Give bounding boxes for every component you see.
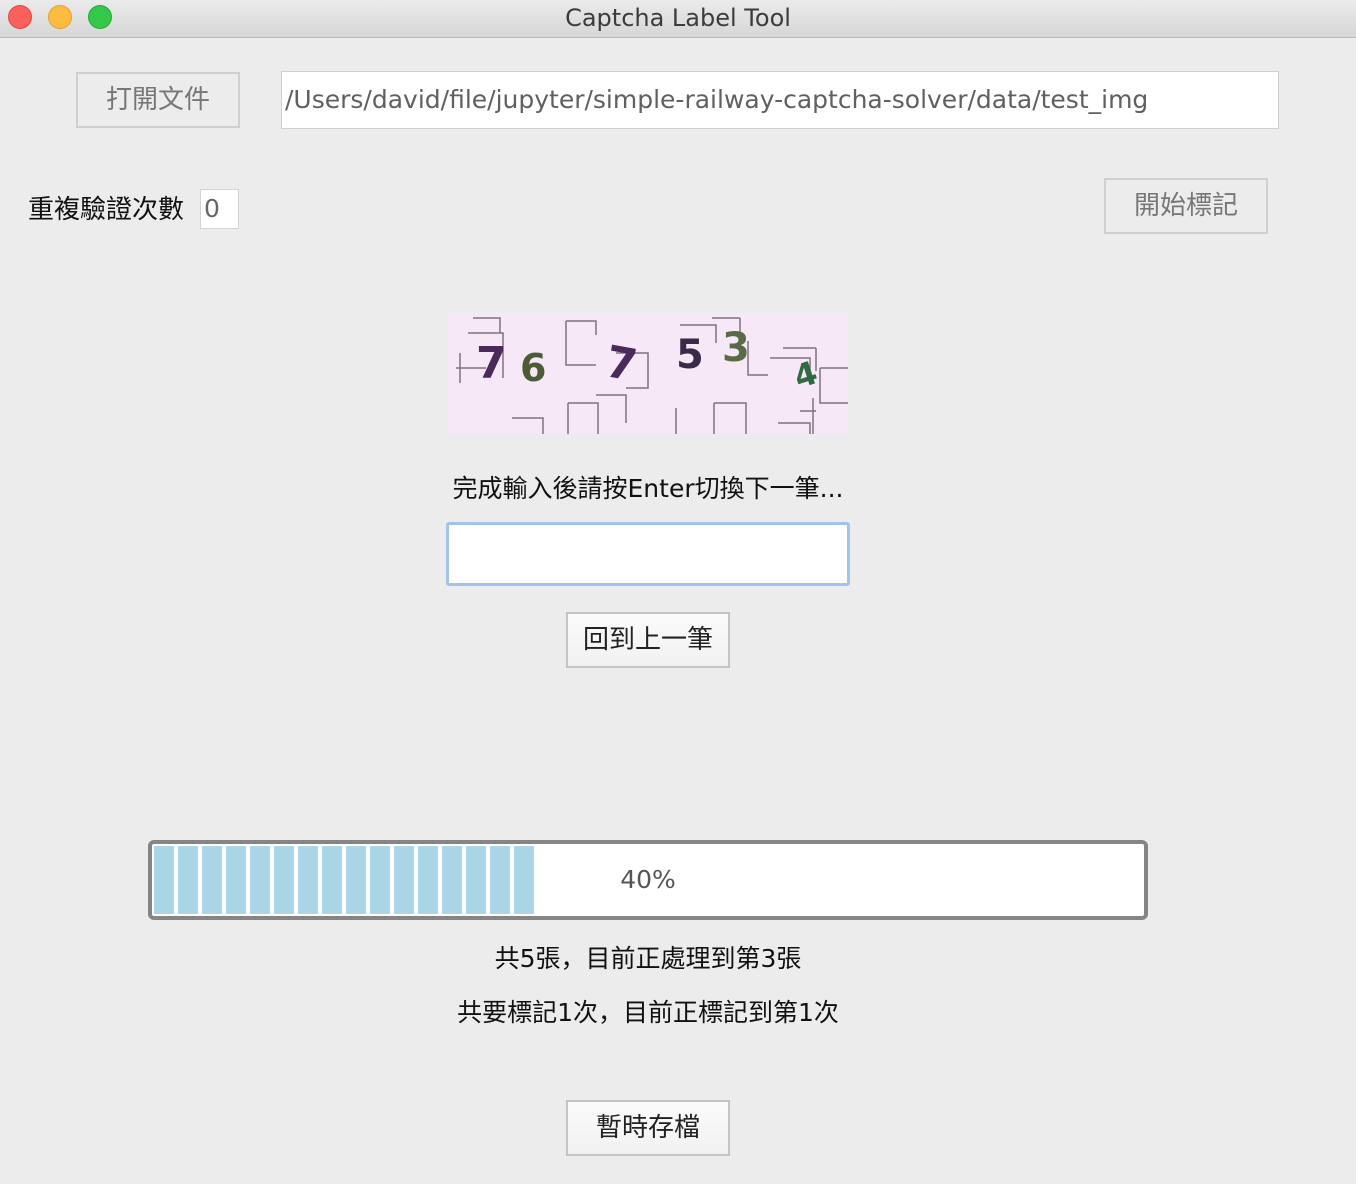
window-title: Captcha Label Tool [565,4,791,32]
input-hint: 完成輸入後請按Enter切換下一筆... [452,474,844,503]
image-progress-status: 共5張，目前正處理到第3張 [494,944,802,973]
progress-percent: 40% [620,865,676,894]
captcha-drawing: 7 6 7 5 3 4 [456,317,848,434]
open-file-button[interactable]: 打開文件 [76,72,240,128]
round-progress-status: 共要標記1次，目前正標記到第1次 [457,998,839,1027]
captcha-char: 6 [520,346,546,390]
progress-bar: 40% [148,840,1148,920]
captcha-glyphs: 7 6 7 5 3 4 [476,325,822,396]
repeat-count-label: 重複驗證次數 [28,195,185,225]
previous-item-button[interactable]: 回到上一筆 [566,612,730,668]
captcha-image: 7 6 7 5 3 4 [448,313,848,434]
captcha-char: 7 [602,336,641,392]
captcha-noise-lines [456,317,848,434]
start-labeling-button[interactable]: 開始標記 [1104,178,1268,234]
captcha-label-input[interactable] [446,522,850,586]
title-bar: Captcha Label Tool [0,0,1356,38]
captcha-char: 5 [676,332,704,378]
file-path-field[interactable]: /Users/david/file/jupyter/simple-railway… [281,71,1279,129]
repeat-count-field[interactable]: 0 [200,189,239,229]
save-temp-button[interactable]: 暫時存檔 [566,1100,730,1156]
captcha-char: 7 [476,338,507,389]
captcha-char: 4 [789,353,822,396]
captcha-char: 3 [722,325,750,371]
